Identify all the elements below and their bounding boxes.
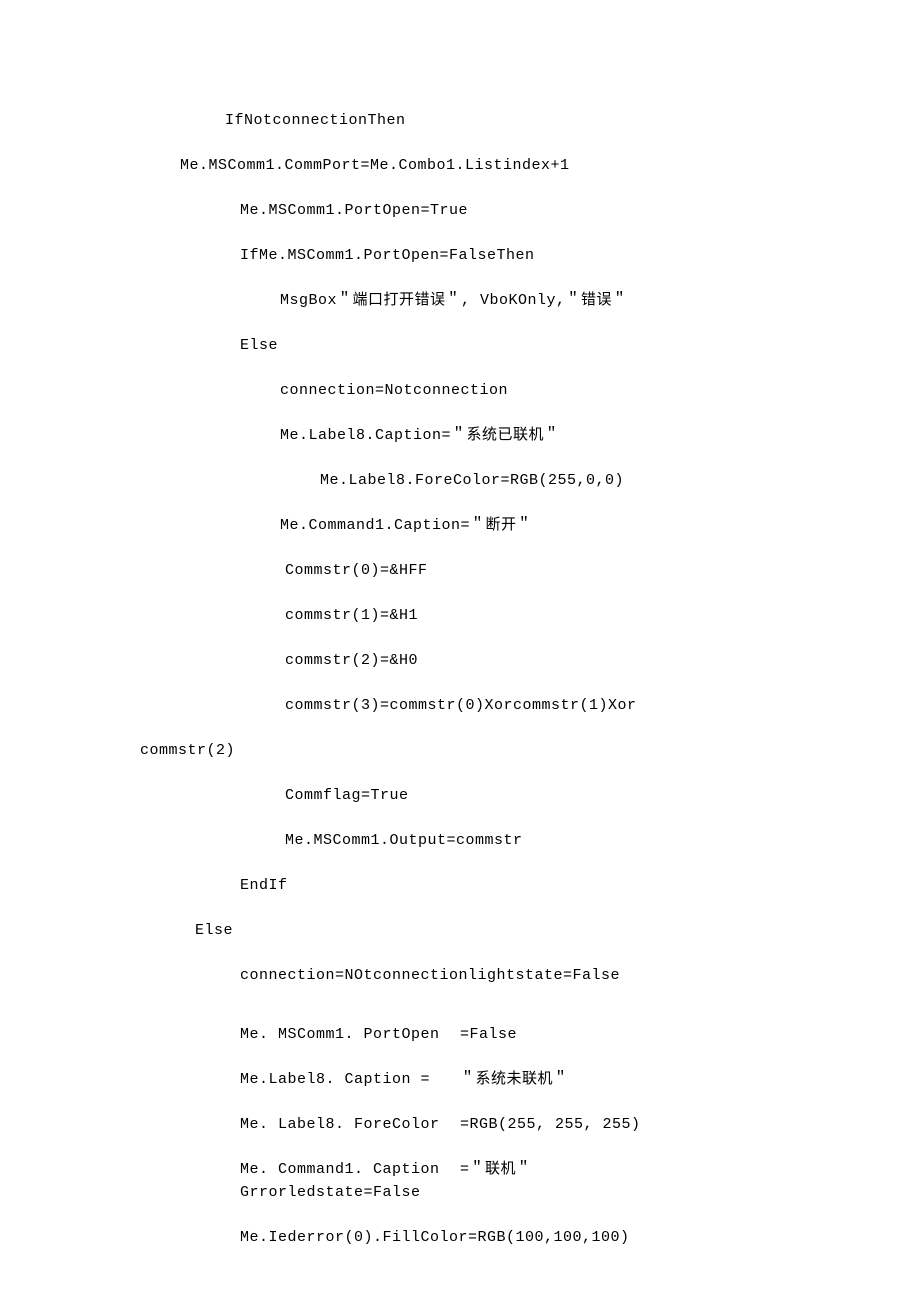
code-cell: ＂系统未联机＂ xyxy=(460,1069,569,1090)
code-line: Me.Label8.ForeColor=RGB(255,0,0) xyxy=(0,470,920,491)
code-line: MsgBox＂端口打开错误＂, VboKOnly,＂错误＂ xyxy=(0,290,920,311)
code-line: Me.MSComm1.Output=commstr xyxy=(0,830,920,851)
code-table-block: Me. MSComm1. PortOpen =False xyxy=(0,1024,920,1045)
code-line: Grrorledstate=False xyxy=(0,1182,920,1203)
code-table-block: Me.Label8. Caption = ＂系统未联机＂ xyxy=(0,1069,920,1090)
code-line: IfNotconnectionThen xyxy=(0,110,920,131)
code-table-block: Me. Command1. Caption =＂联机＂ xyxy=(0,1159,920,1180)
code-line: commstr(3)=commstr(0)Xorcommstr(1)Xor xyxy=(0,695,920,716)
code-line: connection=NOtconnectionlightstate=False xyxy=(0,965,920,986)
code-line: Commstr(0)=&HFF xyxy=(0,560,920,581)
code-line: Else xyxy=(0,920,920,941)
code-table-block: Me. Label8. ForeColor =RGB(255, 255, 255… xyxy=(0,1114,920,1135)
code-cell: =RGB(255, 255, 255) xyxy=(460,1114,641,1135)
code-line: commstr(2)=&H0 xyxy=(0,650,920,671)
code-line: commstr(2) xyxy=(0,740,920,761)
code-cell: Me. MSComm1. PortOpen xyxy=(240,1024,460,1045)
code-line: Commflag=True xyxy=(0,785,920,806)
code-cell: =＂联机＂ xyxy=(460,1159,532,1180)
code-line: Me.Iederror(0).FillColor=RGB(100,100,100… xyxy=(0,1227,920,1248)
code-line: Else xyxy=(0,335,920,356)
code-line: Me.Label8.Caption=＂系统已联机＂ xyxy=(0,425,920,446)
code-line: IfMe.MSComm1.PortOpen=FalseThen xyxy=(0,245,920,266)
code-cell: Me. Command1. Caption xyxy=(240,1159,460,1180)
code-cell: Me.Label8. Caption = xyxy=(240,1069,460,1090)
code-line: Me.MSComm1.CommPort=Me.Combo1.Listindex+… xyxy=(0,155,920,176)
code-line: Me.Command1.Caption=＂断开＂ xyxy=(0,515,920,536)
code-line: Me.MSComm1.PortOpen=True xyxy=(0,200,920,221)
code-cell: Me. Label8. ForeColor xyxy=(240,1114,460,1135)
code-line: connection=Notconnection xyxy=(0,380,920,401)
code-line: EndIf xyxy=(0,875,920,896)
code-line: commstr(1)=&H1 xyxy=(0,605,920,626)
code-cell: =False xyxy=(460,1024,517,1045)
